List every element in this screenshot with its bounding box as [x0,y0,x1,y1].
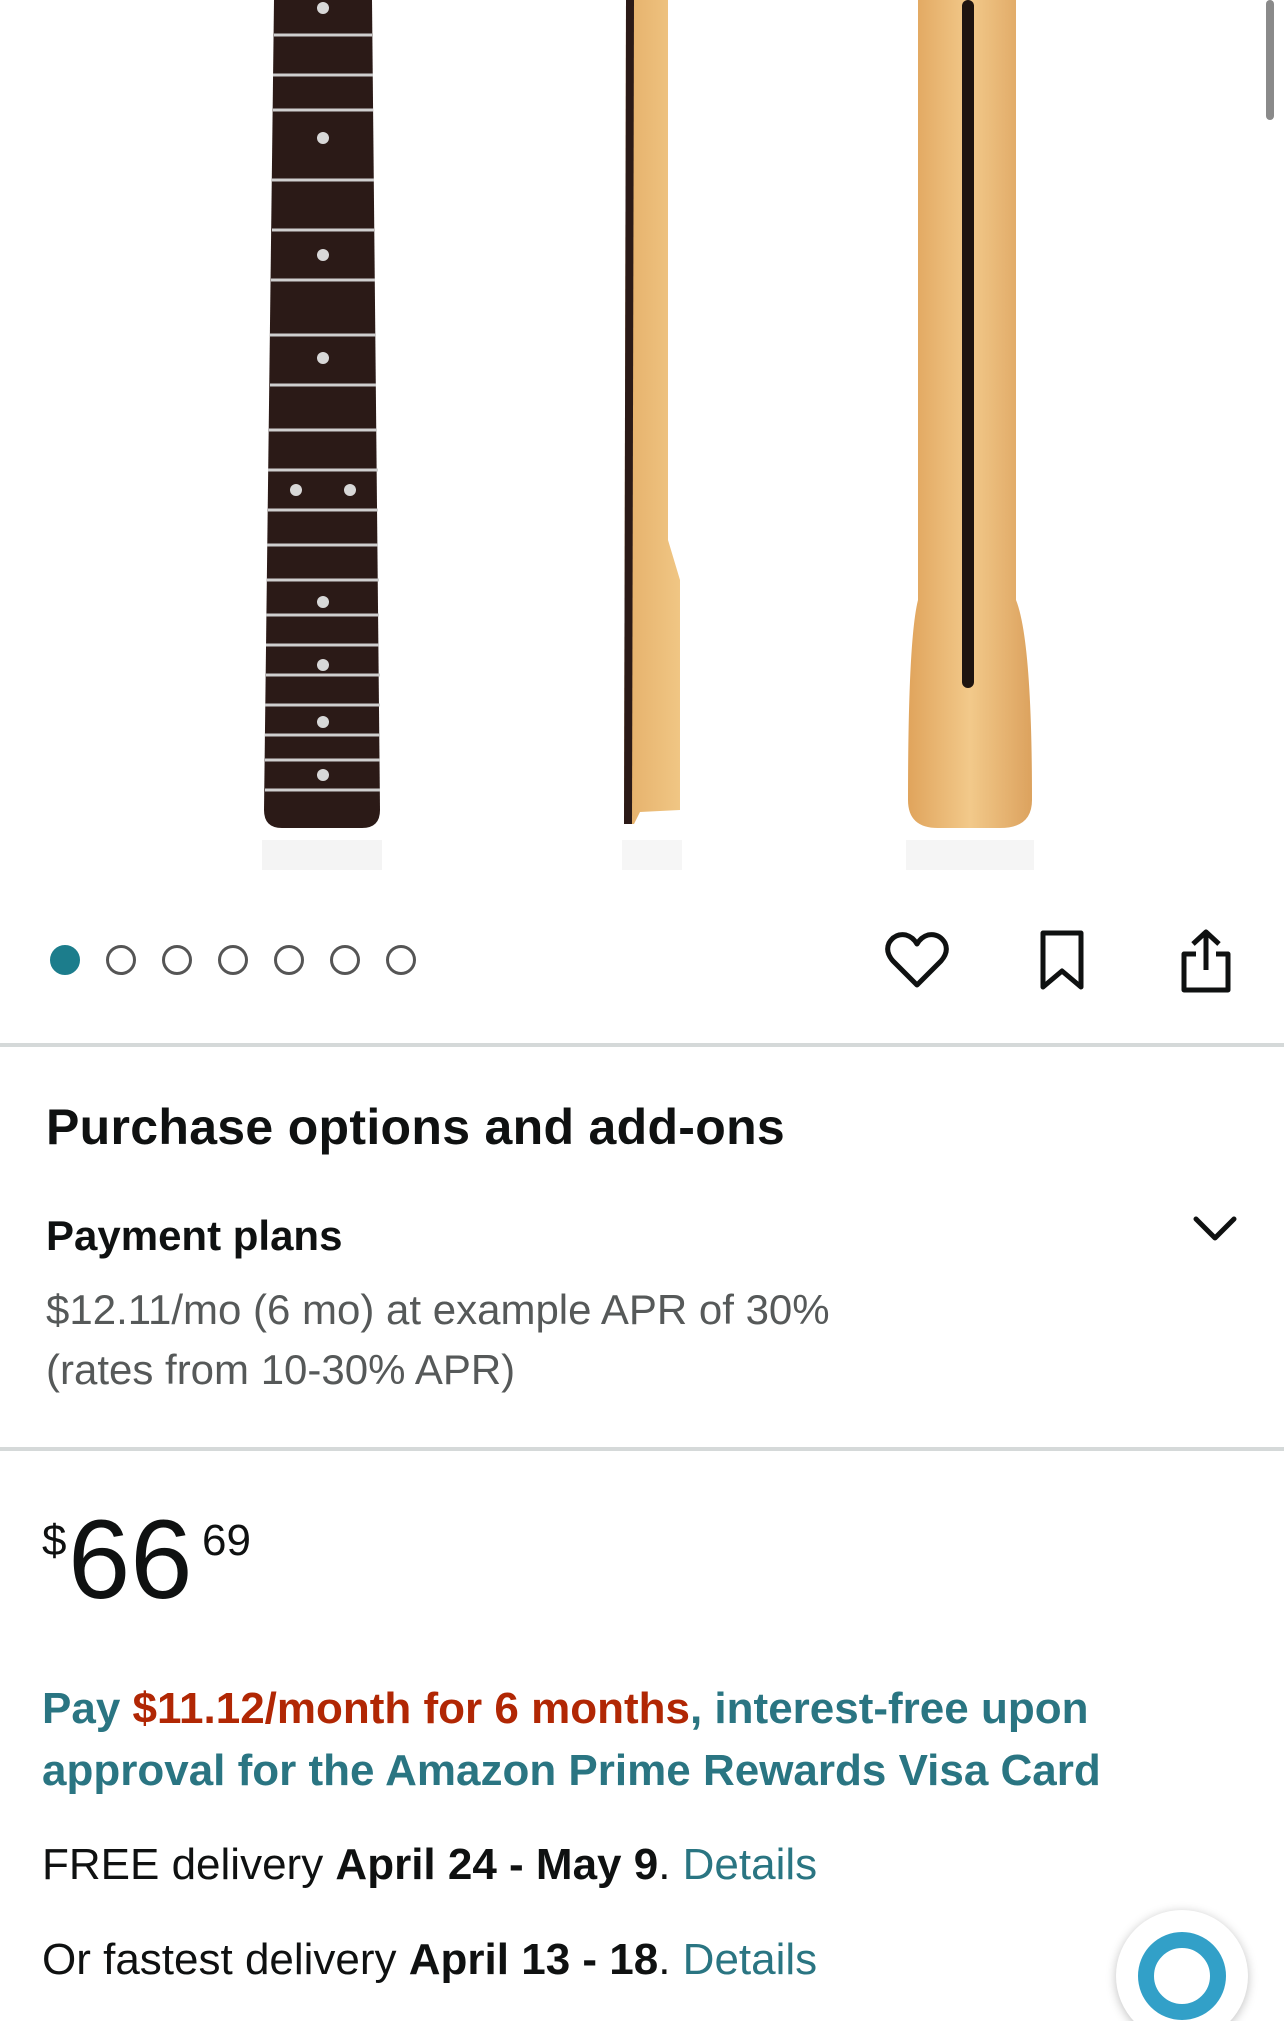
bookmark-icon [1040,930,1084,990]
share-button[interactable] [1170,925,1242,997]
fastest-delivery-message: Or fastest delivery April 13 - 18. Detai… [42,1935,817,1985]
image-pagination-dots[interactable] [50,945,416,975]
wishlist-button[interactable] [881,925,953,997]
card-promo-link[interactable]: Pay $11.12/month for 6 months, interest-… [42,1678,1222,1802]
payment-plans-expand-button[interactable] [1190,1205,1240,1255]
heart-icon [885,932,949,988]
price-currency: $ [42,1516,67,1565]
share-icon [1181,929,1231,993]
guitar-neck-image [262,0,1034,870]
section-divider [0,1043,1284,1047]
assistant-button[interactable] [1116,1910,1248,2021]
fast-delivery-dates: April 13 - 18 [408,1935,659,1984]
image-dot-4[interactable] [218,945,248,975]
image-dot-7[interactable] [386,945,416,975]
payment-plans-title[interactable]: Payment plans [46,1212,342,1260]
image-dot-3[interactable] [162,945,192,975]
free-delivery-dates: April 24 - May 9 [335,1840,659,1889]
free-delivery-details-link[interactable]: Details [683,1840,818,1889]
save-button[interactable] [1026,925,1098,997]
image-dot-5[interactable] [274,945,304,975]
promo-prefix: Pay [42,1684,133,1733]
payment-plans-detail: $12.11/mo (6 mo) at example APR of 30% [46,1286,830,1333]
free-delivery-message: FREE delivery April 24 - May 9. Details [42,1840,817,1890]
purchase-options-title: Purchase options and add-ons [46,1099,786,1155]
section-divider [0,1447,1284,1451]
free-delivery-prefix: FREE delivery [42,1840,336,1889]
image-dot-1[interactable] [50,945,80,975]
promo-highlight: $11.12/month for 6 months [132,1684,690,1733]
price-fraction: 69 [202,1516,251,1565]
scrollbar[interactable] [1266,0,1274,120]
fast-delivery-prefix: Or fastest delivery [42,1935,409,1984]
payment-plans-rates: (rates from 10-30% APR) [46,1346,516,1393]
price-whole: 66 [68,1497,193,1622]
image-dot-6[interactable] [330,945,360,975]
free-delivery-period: . [658,1840,683,1889]
fast-delivery-period: . [658,1935,683,1984]
image-dot-2[interactable] [106,945,136,975]
assistant-icon [1138,1932,1226,2020]
fast-delivery-details-link[interactable]: Details [683,1935,818,1984]
product-image[interactable] [0,0,1284,890]
chevron-down-icon [1193,1216,1237,1241]
